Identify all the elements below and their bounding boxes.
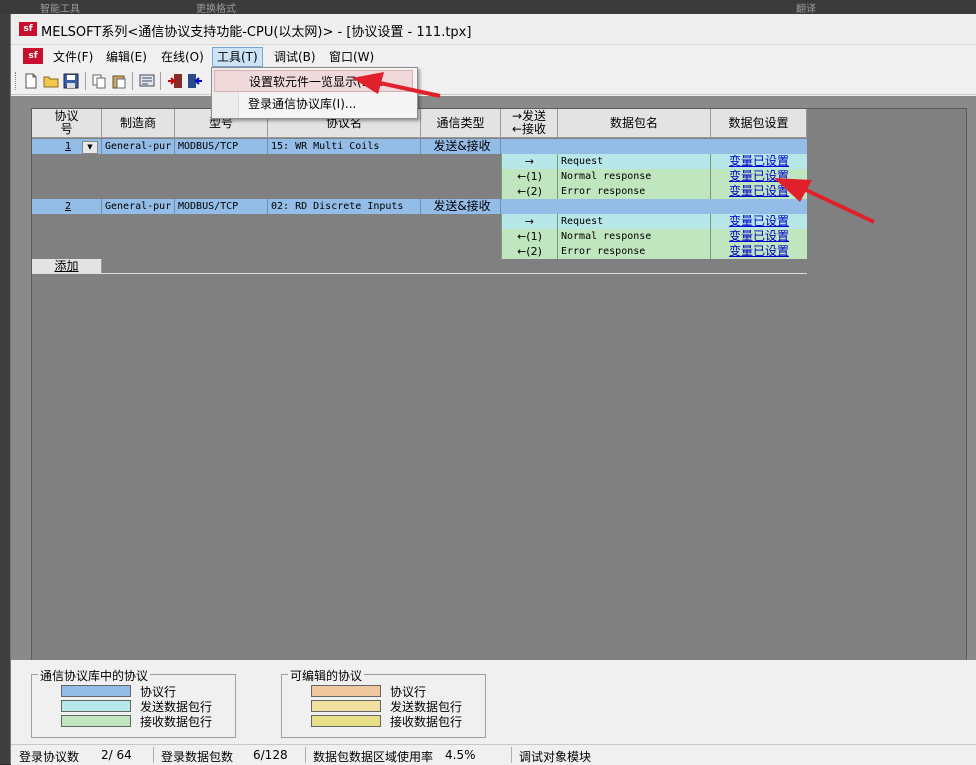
protocol-maker-cell[interactable]: General-pur	[102, 199, 175, 214]
legend-swatch	[61, 715, 131, 727]
packet-direction: ←(2)	[501, 184, 558, 199]
app-logo-icon: sf	[19, 22, 37, 36]
legend-area: 通信协议库中的协议 协议行 发送数据包行 接收数据包行 可编辑的协议 协议行 发…	[11, 660, 976, 744]
packet-setting-link[interactable]: 变量已设置	[711, 154, 807, 169]
bg-label: 更换格式	[196, 4, 236, 15]
protocol-name-cell[interactable]: 15: WR Multi Coils	[268, 139, 421, 154]
copy-icon[interactable]	[91, 73, 107, 89]
protocol-no-cell[interactable]: 2	[32, 199, 102, 214]
child-window-icon[interactable]: sf	[23, 48, 43, 64]
protocol-model-cell[interactable]: MODBUS/TCP	[175, 139, 268, 154]
packet-name[interactable]: Normal response	[558, 229, 711, 244]
table-bottom-border	[32, 273, 807, 274]
toolbar	[11, 68, 976, 95]
annotation-arrow	[352, 72, 441, 98]
header-comm-type: 通信类型	[421, 109, 501, 138]
write-to-plc-icon[interactable]	[167, 73, 183, 89]
packet-setting-link[interactable]: 变量已设置	[711, 244, 807, 259]
packet-direction: ←(2)	[501, 244, 558, 259]
menu-tools[interactable]: 工具(T)	[212, 47, 263, 67]
legend-library-group: 通信协议库中的协议 协议行 发送数据包行 接收数据包行	[31, 667, 236, 738]
legend-library-title: 通信协议库中的协议	[38, 667, 151, 684]
background-app-strip: 智能工具 更换格式 翻译	[0, 0, 976, 15]
header-protocol-no: 协议 号	[32, 109, 102, 138]
menu-edit[interactable]: 编辑(E)	[102, 48, 151, 66]
add-protocol-button[interactable]: 添加	[32, 259, 102, 274]
legend-label: 接收数据包行	[140, 715, 213, 729]
status-usage-label: 数据包数据区域使用率	[313, 750, 434, 764]
device-list-icon[interactable]	[139, 73, 155, 89]
window-title: MELSOFT系列<通信协议支持功能-CPU(以太网)> - [协议设置 - 1…	[41, 25, 472, 40]
packet-name[interactable]: Error response	[558, 244, 711, 259]
status-protocols-value: 2/ 64	[101, 748, 132, 762]
menu-debug[interactable]: 调试(B)	[270, 48, 320, 66]
menu-bar: sf 文件(F) 编辑(E) 在线(O) 工具(T) 调试(B) 窗口(W)	[11, 45, 976, 67]
save-icon[interactable]	[63, 73, 79, 89]
legend-swatch	[61, 685, 131, 697]
open-folder-icon[interactable]	[43, 73, 59, 89]
protocol-table: 协议 号 制造商 型号 协议名 通信类型 →发送 ←接收 数据包名 数据包设置 …	[32, 109, 807, 277]
menu-file[interactable]: 文件(F)	[49, 48, 97, 66]
protocol-type-cell[interactable]: 发送&接收	[421, 139, 501, 154]
status-separator	[305, 747, 306, 763]
status-packets-label: 登录数据包数	[161, 750, 234, 764]
packet-name[interactable]: Error response	[558, 184, 711, 199]
protocol-type-cell[interactable]: 发送&接收	[421, 199, 501, 214]
protocol-model-cell[interactable]: MODBUS/TCP	[175, 199, 268, 214]
legend-label: 接收数据包行	[390, 715, 463, 729]
packet-direction: →	[501, 154, 558, 169]
legend-swatch	[311, 715, 381, 727]
packet-direction: →	[501, 214, 558, 229]
header-packet-name: 数据包名	[558, 109, 711, 138]
legend-editable-group: 可编辑的协议 协议行 发送数据包行 接收数据包行	[281, 667, 486, 738]
packet-name[interactable]: Normal response	[558, 169, 711, 184]
status-protocols-label: 登录协议数	[19, 750, 80, 764]
status-separator	[153, 747, 154, 763]
toolbar-separator	[132, 72, 133, 90]
menu-window[interactable]: 窗口(W)	[325, 48, 378, 66]
packet-name[interactable]: Request	[558, 214, 711, 229]
packet-direction: ←(1)	[501, 169, 558, 184]
packet-direction: ←(1)	[501, 229, 558, 244]
packet-name[interactable]: Request	[558, 154, 711, 169]
app-window: sf MELSOFT系列<通信协议支持功能-CPU(以太网)> - [协议设置 …	[10, 14, 976, 765]
annotation-arrow	[774, 178, 875, 224]
legend-swatch	[311, 685, 381, 697]
status-target-label: 调试对象模块	[519, 750, 592, 764]
legend-editable-title: 可编辑的协议	[288, 667, 365, 684]
read-from-plc-icon[interactable]	[187, 73, 203, 89]
status-separator	[511, 747, 512, 763]
title-bar: sf MELSOFT系列<通信协议支持功能-CPU(以太网)> - [协议设置 …	[11, 14, 976, 45]
background-app-edge	[0, 14, 10, 764]
new-file-icon[interactable]	[23, 73, 39, 89]
toolbar-separator	[85, 72, 86, 90]
toolbar-grip[interactable]	[15, 72, 19, 90]
toolbar-separator	[160, 72, 161, 90]
protocol-maker-cell[interactable]: General-pur	[102, 139, 175, 154]
header-direction: →发送 ←接收	[501, 109, 558, 138]
status-packets-value: 6/128	[253, 748, 288, 762]
protocol-no-dropdown-icon[interactable]: ▼	[82, 141, 98, 154]
bg-label: 智能工具	[40, 4, 80, 15]
paste-icon[interactable]	[111, 73, 127, 89]
packet-setting-link[interactable]: 变量已设置	[711, 229, 807, 244]
bg-label: 翻译	[796, 4, 816, 15]
header-packet-setting: 数据包设置	[711, 109, 807, 138]
legend-swatch	[61, 700, 131, 712]
legend-swatch	[311, 700, 381, 712]
status-usage-value: 4.5%	[445, 748, 476, 762]
header-maker: 制造商	[102, 109, 175, 138]
menu-online[interactable]: 在线(O)	[157, 48, 208, 66]
status-bar: 登录协议数 2/ 64 登录数据包数 6/128 数据包数据区域使用率 4.5%…	[11, 744, 976, 765]
protocol-name-cell[interactable]: 02: RD Discrete Inputs	[268, 199, 421, 214]
